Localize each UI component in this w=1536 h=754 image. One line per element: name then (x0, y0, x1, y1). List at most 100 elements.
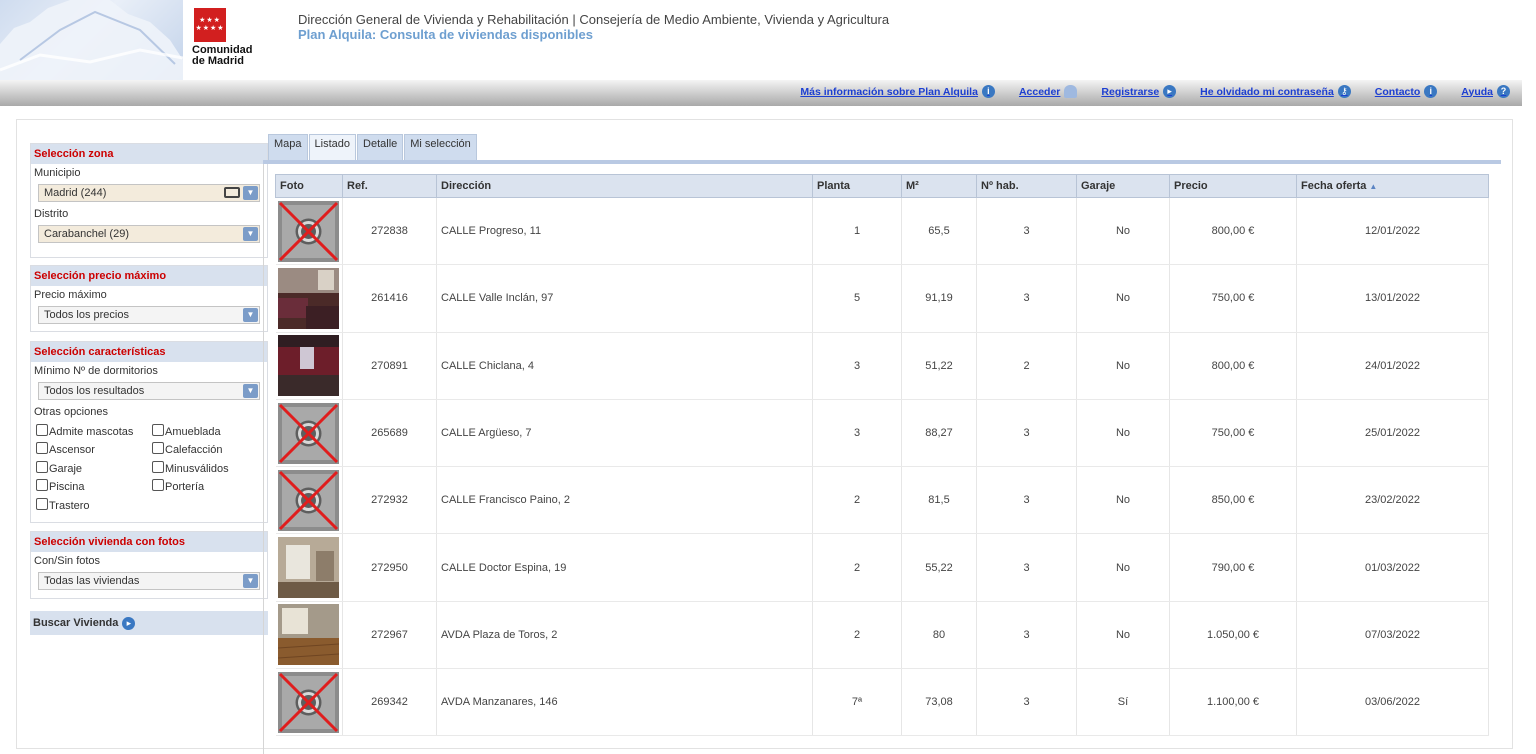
cell-hab: 3 (976, 466, 1077, 535)
checkbox-calefaccion[interactable]: Calefacción (152, 442, 262, 460)
col-direccion[interactable]: Dirección (436, 174, 813, 198)
table-row[interactable]: 272932 CALLE Francisco Paino, 2 2 81,5 3 No 85… (275, 466, 1489, 535)
checkbox-label: Admite mascotas (49, 425, 134, 438)
cell-foto (275, 332, 343, 400)
cell-planta: 2 (812, 601, 902, 670)
checkbox[interactable] (36, 497, 48, 510)
checkbox-trastero[interactable]: Trastero (36, 497, 152, 515)
dormitorios-select[interactable]: Todos los resultados ▼ (38, 382, 260, 400)
nav-label: He olvidado mi contraseña (1200, 85, 1334, 98)
select-value: Madrid (244) (44, 187, 107, 199)
checkbox-porteria[interactable]: Portería (152, 479, 262, 497)
nav-label: Registrarse (1101, 85, 1160, 98)
tab-listado[interactable]: Listado (308, 134, 357, 160)
nav-registrarse[interactable]: Registrarse ▸ (1101, 85, 1177, 98)
cell-garaje: No (1076, 601, 1170, 670)
cell-hab: 3 (976, 533, 1077, 602)
checkbox-garaje[interactable]: Garaje (36, 460, 152, 478)
arrow-right-icon: ▸ (1163, 85, 1177, 98)
precio-select[interactable]: Todos los precios ▼ (38, 306, 260, 324)
cell-direccion: AVDA Plaza de Toros, 2 (436, 601, 813, 670)
checkbox[interactable] (36, 460, 48, 473)
fotos-select[interactable]: Todas las viviendas ▼ (38, 572, 260, 590)
checkbox-piscina[interactable]: Piscina (36, 479, 152, 497)
cell-planta: 2 (812, 533, 902, 602)
id-card-icon[interactable] (224, 187, 240, 198)
cell-direccion: CALLE Argüeso, 7 (436, 399, 813, 468)
col-hab[interactable]: Nº hab. (976, 174, 1077, 198)
col-planta[interactable]: Planta (812, 174, 902, 198)
cell-foto (275, 399, 343, 468)
table-row[interactable]: 269342 AVDA Manzanares, 146 7ª 73,08 3 Sí 1.10… (275, 668, 1489, 737)
tab-detalle[interactable]: Detalle (357, 134, 404, 160)
cell-m2: 88,27 (901, 399, 977, 468)
col-fecha-oferta[interactable]: Fecha oferta ▲ (1296, 174, 1489, 198)
precio-label: Precio máximo (34, 289, 107, 301)
checkbox[interactable] (152, 423, 164, 436)
cell-planta: 5 (812, 264, 902, 333)
property-photo[interactable] (277, 604, 339, 666)
table-row[interactable]: 270891 CALLE Chiclana, 4 3 51,22 2 No 800,00 €… (275, 332, 1489, 400)
cell-direccion: CALLE Progreso, 11 (436, 197, 813, 266)
table-row[interactable]: 272950 CALLE Doctor Espina, 19 2 55,22 3 No 79… (275, 533, 1489, 602)
cell-fecha: 24/01/2022 (1296, 332, 1489, 400)
distrito-label: Distrito (34, 208, 69, 220)
checkbox[interactable] (36, 423, 48, 436)
no-photo-icon[interactable] (277, 402, 339, 464)
sort-asc-icon: ▲ (1369, 182, 1378, 191)
municipio-select[interactable]: Madrid (244) ▼ (38, 184, 260, 202)
cell-m2: 65,5 (901, 197, 977, 266)
col-precio[interactable]: Precio (1169, 174, 1297, 198)
nav-contacto[interactable]: Contacto i (1375, 85, 1438, 98)
no-photo-icon[interactable] (277, 671, 339, 733)
fotos-label: Con/Sin fotos (34, 555, 101, 567)
checkbox[interactable] (152, 442, 164, 455)
cell-fecha: 23/02/2022 (1296, 466, 1489, 535)
madrid-flag-icon: ★★★ ★★★★ (194, 8, 226, 42)
checkbox[interactable] (36, 442, 48, 455)
buscar-vivienda-button[interactable]: Buscar Vivienda ▸ (30, 611, 268, 635)
nav-acceder[interactable]: Acceder (1019, 85, 1078, 98)
property-photo[interactable] (277, 537, 339, 599)
cell-ref: 261416 (342, 264, 437, 333)
checkbox-admite-mascotas[interactable]: Admite mascotas (36, 423, 152, 441)
table-header-row: Foto Ref. Dirección Planta M² Nº hab. Ga… (275, 174, 1489, 198)
cell-garaje: No (1076, 466, 1170, 535)
col-m2[interactable]: M² (901, 174, 977, 198)
checkbox[interactable] (152, 460, 164, 473)
select-value: Todos los resultados (44, 385, 145, 397)
cell-ref: 272932 (342, 466, 437, 535)
property-photo[interactable] (277, 267, 339, 329)
col-foto[interactable]: Foto (275, 174, 343, 198)
table-row[interactable]: 272838 CALLE Progreso, 11 1 65,5 3 No 800,00 €… (275, 197, 1489, 266)
tab-mapa[interactable]: Mapa (268, 134, 308, 160)
checkbox[interactable] (152, 479, 164, 492)
checkbox-amueblada[interactable]: Amueblada (152, 423, 262, 441)
cell-m2: 80 (901, 601, 977, 670)
checkbox-ascensor[interactable]: Ascensor (36, 442, 152, 460)
no-photo-icon[interactable] (277, 469, 339, 531)
col-ref[interactable]: Ref. (342, 174, 437, 198)
table-row[interactable]: 261416 CALLE Valle Inclán, 97 5 91,19 3 No 750… (275, 264, 1489, 333)
arrow-right-icon: ▸ (122, 616, 136, 630)
table-row[interactable]: 272967 AVDA Plaza de Toros, 2 2 80 3 No 1.050,… (275, 601, 1489, 670)
panel-title: Selección precio máximo (31, 266, 267, 286)
comunidad-madrid-logo: ★★★ ★★★★ Comunidad de Madrid (190, 6, 262, 72)
nav-olvidado-contrasena[interactable]: He olvidado mi contraseña ⚷ (1200, 85, 1351, 98)
cell-hab: 3 (976, 601, 1077, 670)
cell-foto (275, 466, 343, 535)
table-row[interactable]: 265689 CALLE Argüeso, 7 3 88,27 3 No 750,00 €2… (275, 399, 1489, 468)
nav-ayuda[interactable]: Ayuda? (1461, 85, 1510, 98)
view-tabs: Mapa Listado Detalle Mi selección (268, 134, 478, 160)
checkbox-label: Ascensor (49, 444, 95, 457)
distrito-select[interactable]: Carabanchel (29) ▼ (38, 225, 260, 243)
col-garaje[interactable]: Garaje (1076, 174, 1170, 198)
checkbox-label: Portería (165, 481, 205, 494)
tab-mi-seleccion[interactable]: Mi selección (404, 134, 477, 160)
nav-mas-informacion[interactable]: Más información sobre Plan Alquila i (800, 85, 995, 98)
checkbox-minusvalidos[interactable]: Minusválidos (152, 460, 262, 478)
no-photo-icon[interactable] (277, 200, 339, 262)
checkbox[interactable] (36, 479, 48, 492)
property-photo[interactable] (277, 335, 339, 397)
cell-foto (275, 197, 343, 266)
